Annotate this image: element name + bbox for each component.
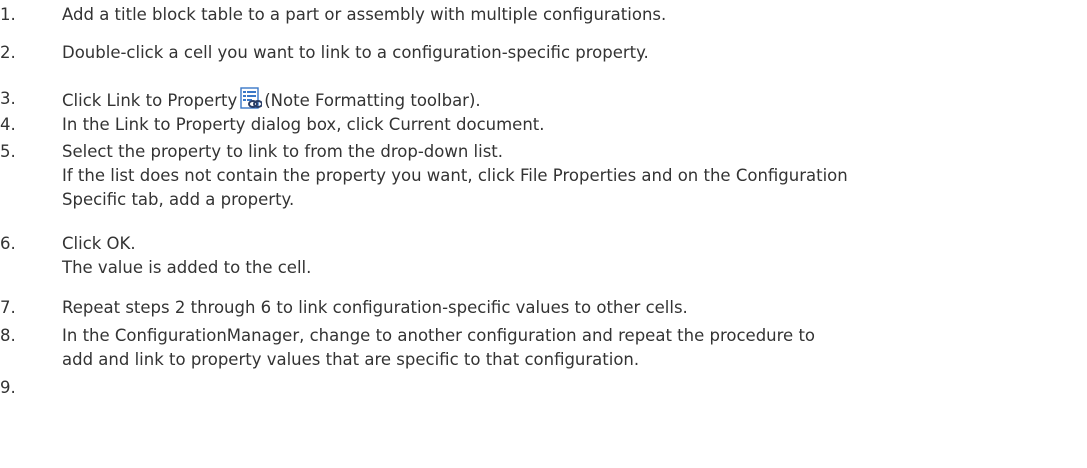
step-text: Click OK. The value is added to the cell… (62, 232, 1082, 280)
step-text-after-icon: (Note Formatting toolbar). (264, 91, 481, 110)
step-text: Double-click a cell you want to link to … (62, 41, 1082, 65)
step-text: Select the property to link to from the … (62, 140, 1082, 212)
step-text: Add a title block table to a part or ass… (62, 3, 1082, 27)
step-line: Select the property to link to from the … (62, 142, 504, 161)
step-number: 6. (0, 234, 16, 253)
step-line: In the ConfigurationManager, change to a… (62, 326, 816, 345)
step-text-before-icon: Click Link to Property (62, 91, 238, 110)
step-text: Click Link to Property (Note Formatting … (62, 87, 1082, 113)
step-line: Click Link to Property (Note Formatting … (62, 87, 1082, 113)
link-to-property-icon[interactable] (240, 87, 263, 109)
step-line: In the Link to Property dialog box, clic… (62, 115, 545, 134)
step-number: 1. (0, 5, 16, 24)
step-line: Add a title block table to a part or ass… (62, 5, 667, 24)
step-line: Click OK. (62, 234, 136, 253)
step-number: 5. (0, 142, 16, 161)
step-number: 4. (0, 115, 16, 134)
step-line: Specific tab, add a property. (62, 190, 295, 209)
step-text: In the ConfigurationManager, change to a… (62, 324, 1082, 372)
step-line: Double-click a cell you want to link to … (62, 43, 649, 62)
step-number: 8. (0, 326, 16, 345)
step-number: 3. (0, 89, 16, 108)
step-line: If the list does not contain the propert… (62, 166, 848, 185)
step-text: Repeat steps 2 through 6 to link configu… (62, 296, 1082, 320)
step-number: 9. (0, 378, 16, 397)
step-line: The value is added to the cell. (62, 258, 312, 277)
step-line: add and link to property values that are… (62, 350, 640, 369)
step-line: Repeat steps 2 through 6 to link configu… (62, 298, 688, 317)
step-text: In the Link to Property dialog box, clic… (62, 113, 1082, 137)
step-number: 2. (0, 43, 16, 62)
step-number: 7. (0, 298, 16, 317)
